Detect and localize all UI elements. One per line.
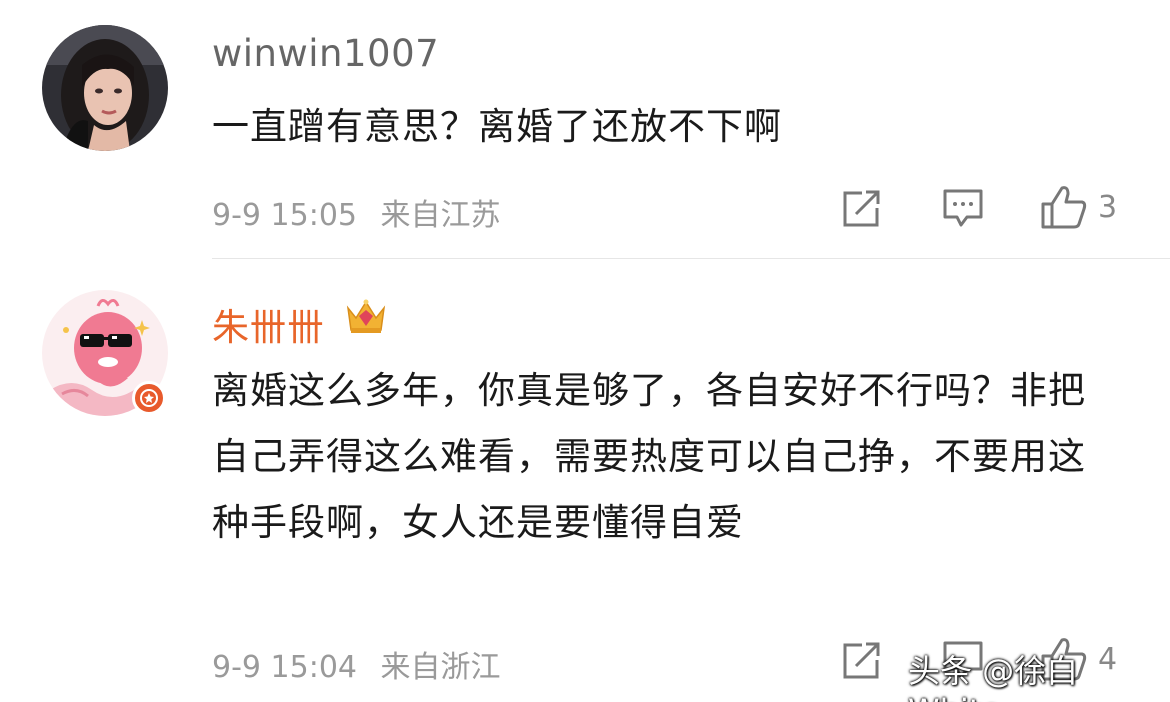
comment-meta: 9-9 15:04 来自浙江 (212, 642, 501, 686)
timestamp: 9-9 15:05 (212, 198, 357, 233)
divider (212, 258, 1170, 259)
location: 来自浙江 (380, 650, 501, 685)
share-icon (843, 642, 880, 679)
verified-badge (132, 381, 166, 415)
share-button[interactable] (842, 190, 882, 228)
like-count: 3 (1098, 189, 1118, 225)
comment-text: 离婚这么多年，你真是够了，各自安好不行吗？非把自己弄得这么难看，需要热度可以自己… (212, 369, 1086, 544)
comment-text: 一直蹭有意思？离婚了还放不下啊 (212, 105, 782, 148)
timestamp: 9-9 15:04 (212, 650, 357, 685)
like-button[interactable]: 3 (1040, 184, 1117, 230)
crown-icon (344, 296, 388, 336)
username[interactable]: winwin1007 (212, 32, 439, 75)
comment-meta: 9-9 15:05 来自江苏 (212, 190, 501, 234)
avatar[interactable] (42, 25, 168, 151)
thumbs-up-icon (1041, 186, 1087, 229)
share-button[interactable] (842, 642, 882, 680)
comment-icon (943, 189, 983, 227)
reply-button[interactable] (942, 188, 984, 228)
watermark: 头条 @徐白White (908, 652, 1079, 702)
user-photo-avatar (42, 25, 168, 151)
share-icon (843, 190, 880, 227)
star-icon (140, 389, 158, 407)
location: 来自江苏 (380, 198, 501, 233)
username[interactable]: 朱卌卌 (212, 297, 325, 351)
